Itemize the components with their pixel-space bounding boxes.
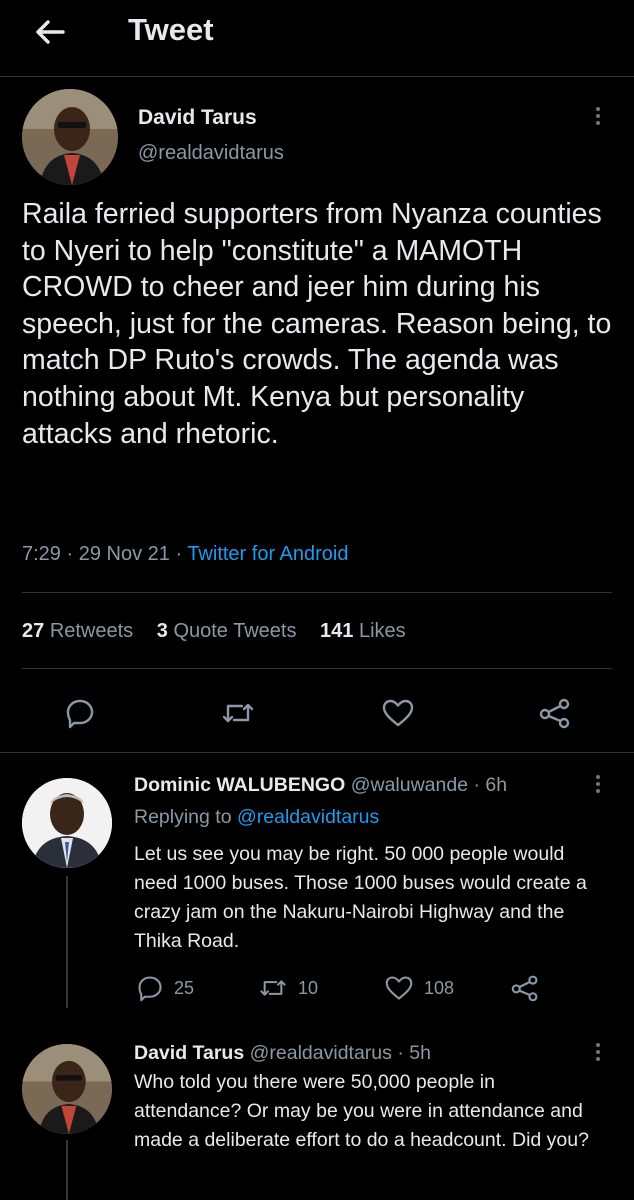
likes-label: Likes [358, 620, 406, 642]
more-options-button[interactable] [592, 1040, 604, 1070]
more-dot-icon [596, 1043, 600, 1047]
reply-text: Let us see you may be right. 50 000 peop… [134, 843, 587, 952]
reply-count: 25 [174, 977, 195, 998]
retweet-count: 10 [298, 977, 319, 998]
avatar-image [22, 1044, 112, 1134]
back-button[interactable] [30, 12, 70, 52]
share-icon [511, 975, 538, 1002]
share-icon [539, 698, 570, 729]
retweet-button[interactable]: 10 [258, 974, 318, 1002]
reply-time: 5h [409, 1042, 431, 1064]
tweet-stats: 27 Retweets 3 Quote Tweets 141 Likes [22, 620, 424, 643]
comment-icon [66, 699, 94, 729]
reply-author-name[interactable]: David Tarus [134, 1042, 244, 1064]
heart-icon [382, 699, 414, 727]
thread-line [66, 1140, 68, 1200]
more-dot-icon [596, 789, 600, 793]
divider [22, 592, 612, 593]
author-name[interactable]: David Tarus [138, 106, 257, 130]
reply-author-name[interactable]: Dominic WALUBENGO [134, 774, 345, 796]
retweets-label: Retweets [49, 620, 134, 642]
avatar[interactable] [22, 1044, 112, 1134]
comment-icon [138, 976, 162, 1002]
likes-stat[interactable]: 141 Likes [320, 620, 406, 642]
top-bar: Tweet [0, 0, 634, 77]
quotes-stat[interactable]: 3 Quote Tweets [157, 620, 297, 642]
reply-button[interactable] [64, 697, 96, 729]
more-dot-icon [596, 1050, 600, 1054]
replying-to-handle[interactable]: @realdavidtarus [237, 806, 379, 828]
retweet-icon [260, 980, 286, 996]
reply-author-handle[interactable]: @waluwande [351, 774, 468, 796]
tweet-time: 7:29 [22, 543, 61, 565]
reply-button[interactable]: 25 [136, 974, 194, 1002]
avatar-image [22, 778, 112, 868]
share-button[interactable] [510, 974, 550, 1002]
more-dot-icon [596, 782, 600, 786]
tweet-date: 29 Nov 21 [78, 543, 170, 565]
more-dot-icon [596, 1057, 600, 1061]
tweet-source[interactable]: Twitter for Android [187, 543, 348, 565]
thread-line [66, 876, 68, 1008]
replying-to: Replying to @realdavidtarus [134, 806, 379, 829]
tweet-meta: 7:29 · 29 Nov 21 · Twitter for Android [22, 543, 349, 566]
share-button[interactable] [538, 697, 572, 729]
reply-author-handle[interactable]: @realdavidtarus [250, 1042, 392, 1064]
reply-time: 6h [485, 774, 508, 796]
divider [0, 752, 634, 753]
heart-icon [385, 976, 413, 1000]
reply-text: Who told you there were 50,000 people in… [134, 1071, 589, 1151]
separator: · [175, 543, 188, 565]
more-dot-icon [596, 775, 600, 779]
more-dot-icon [596, 114, 600, 118]
retweet-icon [222, 703, 254, 723]
divider [22, 668, 612, 669]
separator: · [473, 774, 480, 796]
like-count: 108 [424, 977, 455, 998]
quotes-label: Quote Tweets [173, 620, 297, 642]
like-button[interactable]: 108 [384, 974, 454, 1002]
avatar-image [22, 89, 118, 185]
separator: · [66, 543, 79, 565]
tweet-text: Raila ferried supporters from Nyanza cou… [22, 198, 612, 450]
retweets-count: 27 [22, 620, 45, 642]
reply-author-line: Dominic WALUBENGO @waluwande · 6h [134, 774, 507, 797]
like-button[interactable] [381, 697, 415, 729]
retweets-stat[interactable]: 27 Retweets [22, 620, 133, 642]
more-options-button[interactable] [592, 104, 604, 134]
reply-author-line: David Tarus @realdavidtarus · 5h [134, 1042, 431, 1065]
retweet-button[interactable] [220, 697, 256, 729]
likes-count: 141 [320, 620, 354, 642]
quotes-count: 3 [156, 620, 168, 642]
avatar[interactable] [22, 778, 112, 868]
arrow-left-icon [36, 20, 65, 44]
more-dot-icon [596, 121, 600, 125]
separator: · [397, 1042, 404, 1064]
more-dot-icon [596, 107, 600, 111]
more-options-button[interactable] [592, 772, 604, 802]
author-handle[interactable]: @realdavidtarus [138, 142, 284, 165]
avatar[interactable] [22, 89, 118, 185]
replying-label: Replying to [134, 806, 232, 828]
page-title: Tweet [128, 12, 214, 47]
